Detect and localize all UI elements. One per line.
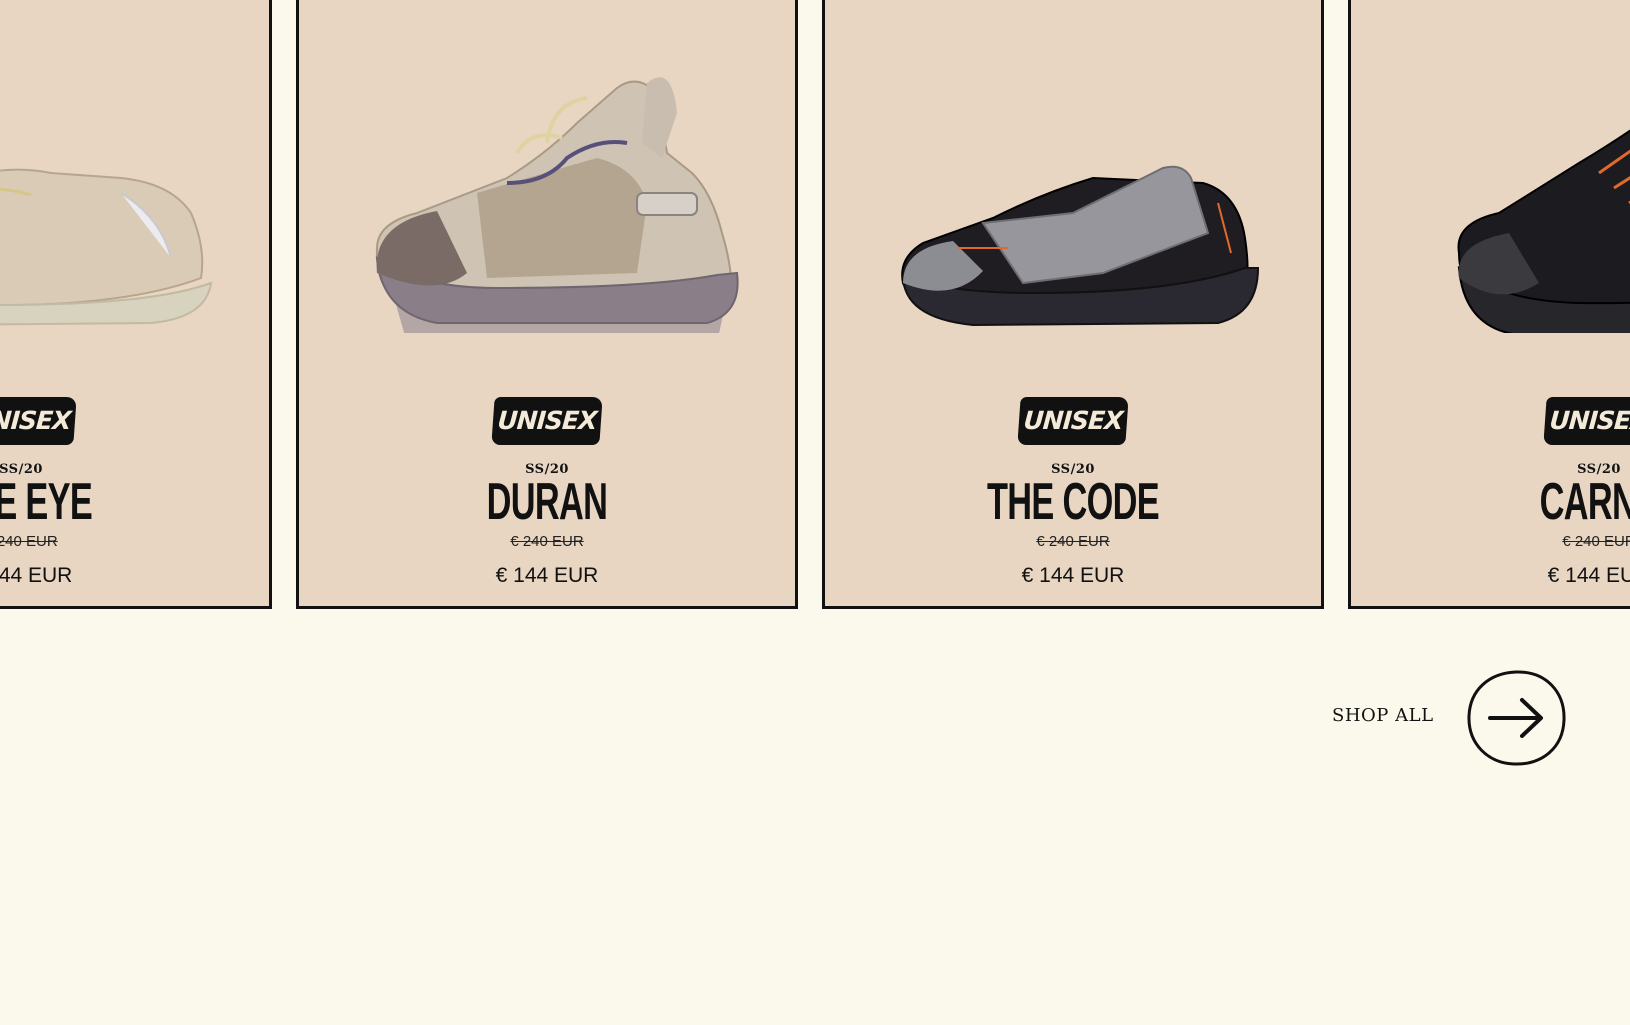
unisex-badge: UNISEX	[0, 397, 77, 445]
unisex-badge: UNISEX	[1017, 397, 1129, 445]
product-sale-price: € 144 EUR	[0, 564, 73, 587]
arrow-right-icon[interactable]	[1464, 668, 1568, 768]
product-image-sneaker	[1399, 43, 1630, 333]
product-sale-price: € 144 EUR	[1547, 564, 1630, 587]
product-image-sneaker	[873, 43, 1273, 333]
unisex-badge: UNISEX	[491, 397, 603, 445]
shop-all-link[interactable]: SHOP ALL	[1320, 660, 1570, 770]
product-card-duran[interactable]: UNISEX SS/20 DURAN € 240 EUR € 144 EUR	[296, 0, 798, 609]
product-name: THE CODE	[986, 473, 1160, 531]
product-card-carne[interactable]: UNISEX SS/20 CARNE € 240 EUR € 144 EUR	[1348, 0, 1630, 609]
product-name: THE EYE	[0, 473, 93, 531]
product-original-price: € 240 EUR	[0, 533, 58, 550]
product-card-the-code[interactable]: UNISEX SS/20 THE CODE € 240 EUR € 144 EU…	[822, 0, 1324, 609]
product-name: CARNE	[1539, 473, 1630, 531]
product-original-price: € 240 EUR	[510, 533, 584, 550]
product-carousel[interactable]: UNISEX SS/20 THE EYE € 240 EUR € 144 EUR…	[0, 0, 1630, 620]
product-image-sneaker	[0, 43, 221, 333]
product-original-price: € 240 EUR	[1036, 533, 1110, 550]
shop-all-label: SHOP ALL	[1332, 705, 1434, 726]
product-sale-price: € 144 EUR	[495, 564, 599, 587]
product-sale-price: € 144 EUR	[1021, 564, 1125, 587]
unisex-badge: UNISEX	[1543, 397, 1630, 445]
product-image-sneaker	[347, 43, 747, 333]
product-name: DURAN	[486, 473, 608, 531]
product-card-the-eye[interactable]: UNISEX SS/20 THE EYE € 240 EUR € 144 EUR	[0, 0, 272, 609]
product-original-price: € 240 EUR	[1562, 533, 1630, 550]
